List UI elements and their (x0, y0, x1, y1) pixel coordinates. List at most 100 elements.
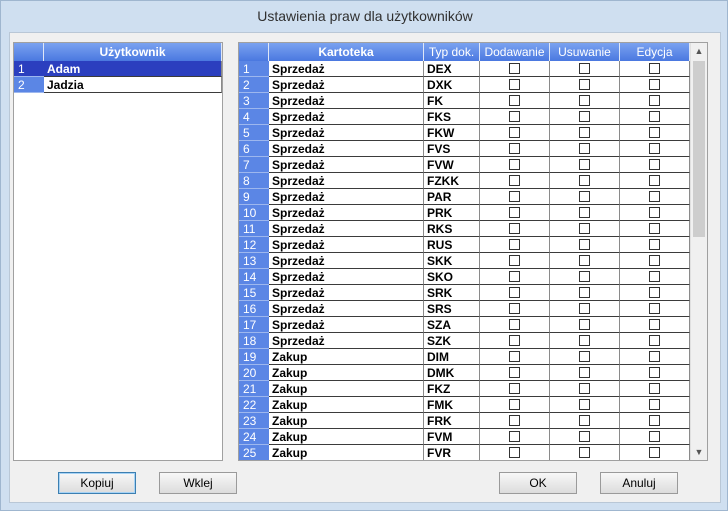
edycja-checkbox[interactable] (648, 271, 660, 282)
rights-row[interactable]: 22 Zakup FMK (239, 397, 690, 413)
rights-row[interactable]: 9 Sprzedaż PAR (239, 189, 690, 205)
edycja-checkbox[interactable] (648, 159, 660, 170)
typ-dok-cell[interactable]: FVM (424, 429, 480, 445)
rights-row[interactable]: 25 Zakup FVR (239, 445, 690, 460)
typ-dok-cell[interactable]: DEX (424, 61, 480, 77)
dodawanie-checkbox[interactable] (508, 159, 520, 170)
usuwanie-checkbox[interactable] (578, 255, 590, 266)
typ-dok-cell[interactable]: FKZ (424, 381, 480, 397)
usuwanie-checkbox[interactable] (578, 287, 590, 298)
typ-dok-cell[interactable]: FVS (424, 141, 480, 157)
kartoteka-cell[interactable]: Sprzedaż (269, 77, 424, 93)
typ-dok-cell[interactable]: SRK (424, 285, 480, 301)
kartoteka-header[interactable]: Kartoteka (269, 43, 424, 61)
dodawanie-checkbox[interactable] (508, 127, 520, 138)
dodawanie-checkbox[interactable] (508, 319, 520, 330)
kartoteka-cell[interactable]: Sprzedaż (269, 157, 424, 173)
kartoteka-cell[interactable]: Sprzedaż (269, 189, 424, 205)
rights-row[interactable]: 23 Zakup FRK (239, 413, 690, 429)
usuwanie-checkbox[interactable] (578, 143, 590, 154)
rights-row[interactable]: 1 Sprzedaż DEX (239, 61, 690, 77)
usuwanie-checkbox[interactable] (578, 159, 590, 170)
edycja-checkbox[interactable] (648, 255, 660, 266)
edycja-checkbox[interactable] (648, 383, 660, 394)
rights-row[interactable]: 21 Zakup FKZ (239, 381, 690, 397)
rights-row[interactable]: 20 Zakup DMK (239, 365, 690, 381)
rights-row[interactable]: 8 Sprzedaż FZKK (239, 173, 690, 189)
edycja-checkbox[interactable] (648, 399, 660, 410)
usuwanie-checkbox[interactable] (578, 319, 590, 330)
typ-dok-cell[interactable]: PRK (424, 205, 480, 221)
typ-dok-cell[interactable]: FZKK (424, 173, 480, 189)
wklej-button[interactable]: Wklej (159, 472, 237, 494)
edycja-checkbox[interactable] (648, 287, 660, 298)
usuwanie-checkbox[interactable] (578, 127, 590, 138)
kartoteka-cell[interactable]: Zakup (269, 429, 424, 445)
usuwanie-checkbox[interactable] (578, 207, 590, 218)
typ-dok-cell[interactable]: PAR (424, 189, 480, 205)
scrollbar-thumb[interactable] (693, 61, 705, 237)
usuwanie-checkbox[interactable] (578, 383, 590, 394)
usuwanie-checkbox[interactable] (578, 271, 590, 282)
kartoteka-cell[interactable]: Sprzedaż (269, 333, 424, 349)
typ-dok-cell[interactable]: FKW (424, 125, 480, 141)
dodawanie-checkbox[interactable] (508, 447, 520, 458)
edycja-checkbox[interactable] (648, 79, 660, 90)
dodawanie-checkbox[interactable] (508, 239, 520, 250)
typ-dok-cell[interactable]: SKO (424, 269, 480, 285)
typ-dok-cell[interactable]: SZK (424, 333, 480, 349)
typ-dok-cell[interactable]: RKS (424, 221, 480, 237)
user-name-cell[interactable]: Jadzia (44, 77, 222, 93)
dodawanie-checkbox[interactable] (508, 287, 520, 298)
rights-row[interactable]: 12 Sprzedaż RUS (239, 237, 690, 253)
kartoteka-cell[interactable]: Sprzedaż (269, 221, 424, 237)
rights-row[interactable]: 13 Sprzedaż SKK (239, 253, 690, 269)
user-row[interactable]: 1 Adam (14, 61, 222, 77)
edycja-checkbox[interactable] (648, 239, 660, 250)
kartoteka-cell[interactable]: Zakup (269, 413, 424, 429)
typ-dok-cell[interactable]: FRK (424, 413, 480, 429)
usuwanie-checkbox[interactable] (578, 223, 590, 234)
kartoteka-cell[interactable]: Sprzedaż (269, 269, 424, 285)
dodawanie-checkbox[interactable] (508, 191, 520, 202)
rights-row[interactable]: 15 Sprzedaż SRK (239, 285, 690, 301)
kartoteka-cell[interactable]: Sprzedaż (269, 141, 424, 157)
dodawanie-checkbox[interactable] (508, 415, 520, 426)
rights-row[interactable]: 18 Sprzedaż SZK (239, 333, 690, 349)
kartoteka-cell[interactable]: Sprzedaż (269, 317, 424, 333)
kartoteka-cell[interactable]: Sprzedaż (269, 253, 424, 269)
usuwanie-checkbox[interactable] (578, 303, 590, 314)
kartoteka-cell[interactable]: Sprzedaż (269, 125, 424, 141)
edycja-checkbox[interactable] (648, 95, 660, 106)
kartoteka-cell[interactable]: Zakup (269, 365, 424, 381)
edycja-checkbox[interactable] (648, 319, 660, 330)
ok-button[interactable]: OK (499, 472, 577, 494)
dodawanie-header[interactable]: Dodawanie (480, 43, 550, 61)
typ-dok-cell[interactable]: RUS (424, 237, 480, 253)
edycja-checkbox[interactable] (648, 335, 660, 346)
dodawanie-checkbox[interactable] (508, 335, 520, 346)
kartoteka-cell[interactable]: Sprzedaż (269, 173, 424, 189)
edycja-checkbox[interactable] (648, 223, 660, 234)
dodawanie-checkbox[interactable] (508, 383, 520, 394)
user-name-cell[interactable]: Adam (44, 61, 222, 77)
dodawanie-checkbox[interactable] (508, 223, 520, 234)
dodawanie-checkbox[interactable] (508, 303, 520, 314)
dodawanie-checkbox[interactable] (508, 111, 520, 122)
usuwanie-checkbox[interactable] (578, 415, 590, 426)
typ-dok-cell[interactable]: DIM (424, 349, 480, 365)
edycja-checkbox[interactable] (648, 303, 660, 314)
rights-row[interactable]: 24 Zakup FVM (239, 429, 690, 445)
rights-row[interactable]: 4 Sprzedaż FKS (239, 109, 690, 125)
rights-grid[interactable]: Kartoteka Typ dok. Dodawanie Usuwanie Ed… (238, 42, 708, 461)
typ-dok-cell[interactable]: SRS (424, 301, 480, 317)
dodawanie-checkbox[interactable] (508, 143, 520, 154)
rights-row[interactable]: 14 Sprzedaż SKO (239, 269, 690, 285)
typ-dok-header[interactable]: Typ dok. (424, 43, 480, 61)
typ-dok-cell[interactable]: FVR (424, 445, 480, 460)
kartoteka-cell[interactable]: Sprzedaż (269, 61, 424, 77)
rights-row[interactable]: 19 Zakup DIM (239, 349, 690, 365)
scroll-down-arrow-icon[interactable]: ▼ (691, 444, 707, 460)
kartoteka-cell[interactable]: Sprzedaż (269, 93, 424, 109)
usuwanie-checkbox[interactable] (578, 63, 590, 74)
